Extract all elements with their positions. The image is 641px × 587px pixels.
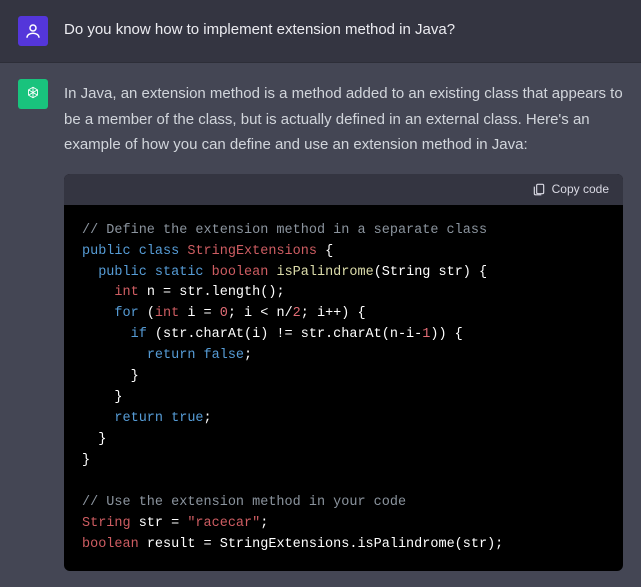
code-comment: // Define the extension method in a sepa… (82, 223, 487, 238)
code-classname: StringExtensions (187, 244, 317, 259)
code-text: ; i < n/ (228, 306, 293, 321)
code-keyword: if (131, 327, 147, 342)
openai-icon (24, 85, 42, 103)
assistant-message: In Java, an extension method is a method… (0, 63, 641, 587)
code-text: ; (260, 516, 268, 531)
code-type: boolean (212, 265, 269, 280)
code-text: (String str) { (374, 265, 487, 280)
assistant-intro: In Java, an extension method is a method… (64, 81, 623, 158)
code-keyword: return (114, 411, 163, 426)
user-content: Do you know how to implement extension m… (64, 16, 623, 46)
code-text: ; (204, 411, 212, 426)
code-text: (str.charAt(i) != str.charAt(n-i- (147, 327, 422, 342)
code-method: isPalindrome (276, 265, 373, 280)
copy-code-button[interactable]: Copy code (532, 180, 609, 199)
code-text: ( (139, 306, 155, 321)
clipboard-icon (532, 182, 546, 196)
code-keyword: true (171, 411, 203, 426)
code-text: } (131, 369, 139, 384)
user-message: Do you know how to implement extension m… (0, 0, 641, 63)
code-text: )) { (430, 327, 462, 342)
assistant-avatar (18, 79, 48, 109)
code-text: n = str.length(); (139, 285, 285, 300)
code-block: Copy code // Define the extension method… (64, 174, 623, 572)
code-text: ; (244, 348, 252, 363)
code-type: boolean (82, 537, 139, 552)
code-text: } (114, 390, 122, 405)
code-number: 2 (293, 306, 301, 321)
code-text: str = (131, 516, 188, 531)
code-type: String (82, 516, 131, 531)
code-number: 0 (220, 306, 228, 321)
code-text: } (82, 453, 90, 468)
person-icon (24, 22, 42, 40)
user-avatar (18, 16, 48, 46)
code-type: int (155, 306, 179, 321)
code-body: // Define the extension method in a sepa… (64, 205, 623, 572)
code-string: "racecar" (187, 516, 260, 531)
code-text: ; i++) { (301, 306, 366, 321)
code-keyword: public (98, 265, 147, 280)
code-keyword: for (114, 306, 138, 321)
code-header: Copy code (64, 174, 623, 205)
code-text: { (317, 244, 333, 259)
code-keyword: return (147, 348, 196, 363)
code-keyword: static (155, 265, 204, 280)
code-keyword: class (139, 244, 180, 259)
code-comment: // Use the extension method in your code (82, 495, 406, 510)
user-text: Do you know how to implement extension m… (64, 18, 623, 42)
copy-code-label: Copy code (552, 180, 609, 199)
code-keyword: false (204, 348, 245, 363)
code-type: int (114, 285, 138, 300)
assistant-content: In Java, an extension method is a method… (64, 79, 623, 571)
code-text: } (98, 432, 106, 447)
code-text: i = (179, 306, 220, 321)
code-keyword: public (82, 244, 131, 259)
code-text: result = StringExtensions.isPalindrome(s… (139, 537, 504, 552)
